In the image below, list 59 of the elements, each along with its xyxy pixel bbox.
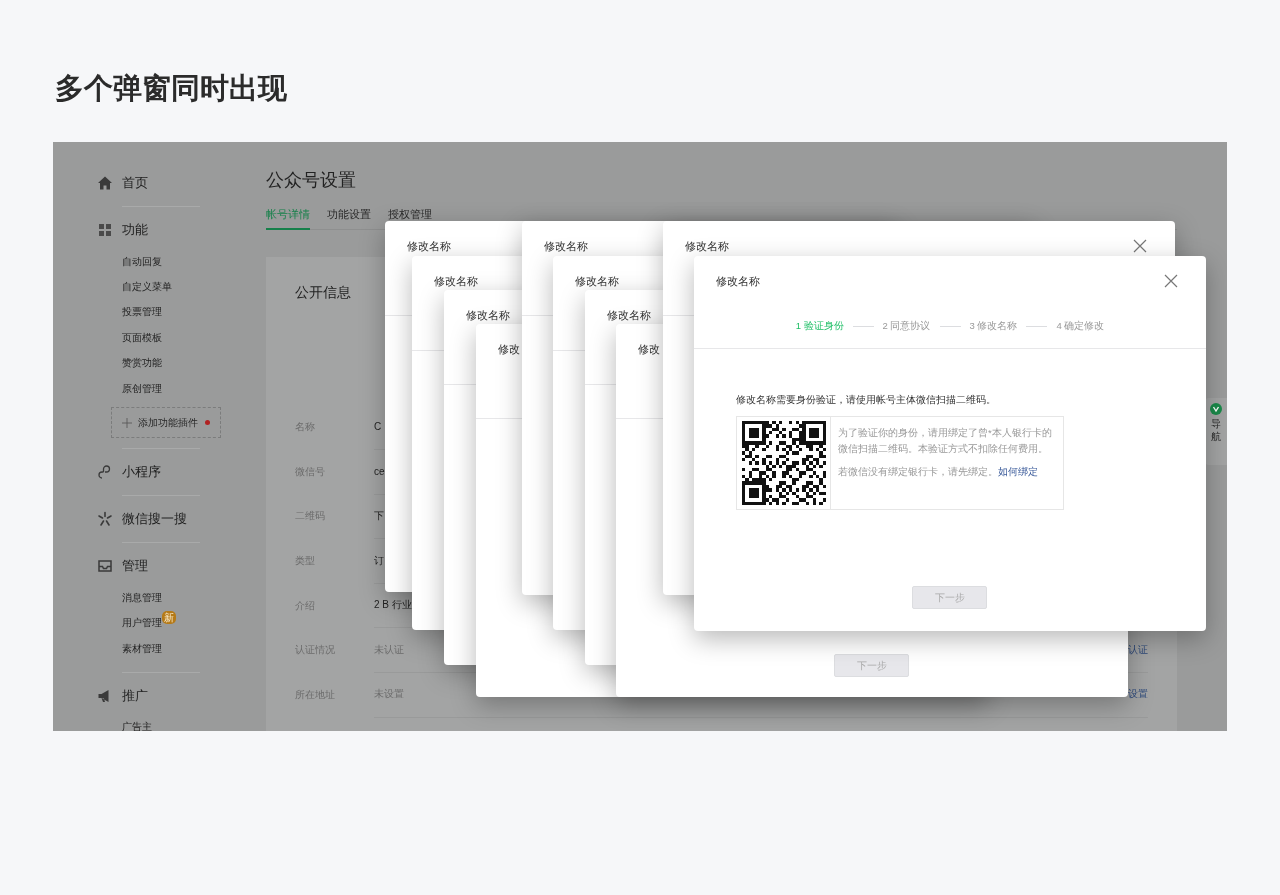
grid-icon <box>97 222 113 238</box>
plus-icon <box>122 417 132 428</box>
nav-subitem[interactable]: 广告主 <box>122 720 152 731</box>
nav-subitem[interactable]: 页面模板 <box>122 330 162 345</box>
new-badge: 新 <box>162 610 176 624</box>
inbox-icon <box>97 558 113 575</box>
close-icon[interactable] <box>1164 274 1178 288</box>
nav-item[interactable]: 功能 <box>122 221 148 239</box>
nav-label: 导航 <box>1211 417 1221 443</box>
dialog-title: 修改 <box>638 341 660 357</box>
step-label: 1 验证身份 <box>795 319 844 333</box>
nav-item[interactable]: 微信搜一搜 <box>122 510 187 529</box>
field-value: C <box>374 421 382 433</box>
check-icon <box>1210 403 1222 415</box>
step-label: 2 同意协议 <box>882 319 931 333</box>
step-label: 3 修改名称 <box>969 319 1018 333</box>
step-label: 4 确定修改 <box>1056 319 1105 333</box>
sparkle-icon <box>97 511 113 528</box>
floating-nav[interactable]: 导航 <box>1205 398 1227 465</box>
action-link[interactable]: 认证 <box>1128 642 1148 657</box>
card-title: 公开信息 <box>295 283 352 301</box>
dialog-title: 修改 <box>498 341 520 357</box>
nav-item[interactable]: 管理 <box>122 557 148 576</box>
nav-subitem[interactable]: 消息管理 <box>122 591 162 606</box>
field-value: 订 <box>374 553 384 568</box>
field-value: ce <box>374 465 385 477</box>
nav-subitem[interactable]: 用户管理 <box>122 616 162 631</box>
dialog-title: 修改名称 <box>685 238 729 254</box>
home-icon <box>97 175 113 191</box>
bind-hint: 若微信没有绑定银行卡，请先绑定。如何绑定 <box>838 465 1039 479</box>
nav-subitem[interactable]: 赞赏功能 <box>122 356 162 371</box>
nav-subitem[interactable]: 自定义菜单 <box>122 280 172 295</box>
link-icon <box>97 464 113 481</box>
field-value: 下 <box>374 509 384 523</box>
nav-subitem[interactable]: 投票管理 <box>122 305 162 320</box>
dialog-title: 修改名称 <box>575 273 619 289</box>
dialog-title: 修改名称 <box>466 307 510 323</box>
hint-text: 为了验证你的身份，请用绑定了曾*本人银行卡的微信扫描二维码。本验证方式不扣除任何费用。 <box>838 426 1053 456</box>
nav-subitem[interactable]: 自动回复 <box>122 254 162 269</box>
nav-subitem[interactable]: 素材管理 <box>122 641 162 656</box>
action-link[interactable]: 设置 <box>1128 687 1148 702</box>
dialog-title: 修改名称 <box>434 273 478 289</box>
close-icon[interactable] <box>1133 239 1147 253</box>
dialog-message: 修改名称需要身份验证，请使用帐号主体微信扫描二维码。 <box>736 393 997 407</box>
how-to-bind-link[interactable]: 如何绑定 <box>998 466 1038 477</box>
tab[interactable]: 功能设置 <box>327 207 371 230</box>
nav-item[interactable]: 小程序 <box>122 463 161 482</box>
page-title: 多个弹窗同时出现 <box>55 71 288 106</box>
dialog-title: 修改名称 <box>544 238 588 254</box>
dialog-title: 修改名称 <box>716 273 760 289</box>
dialog-title: 修改名称 <box>607 307 651 323</box>
nav-item[interactable]: 推广 <box>122 686 148 705</box>
dialog-title: 修改名称 <box>407 238 451 254</box>
notification-dot <box>205 420 210 426</box>
field-value: 2 B 行业 <box>374 598 412 613</box>
page-heading: 公众号设置 <box>266 170 357 190</box>
nav-subitem[interactable]: 原创管理 <box>122 381 162 396</box>
add-plugin-button[interactable]: 添加功能插件 <box>111 407 221 439</box>
nav-item[interactable]: 首页 <box>122 174 148 192</box>
